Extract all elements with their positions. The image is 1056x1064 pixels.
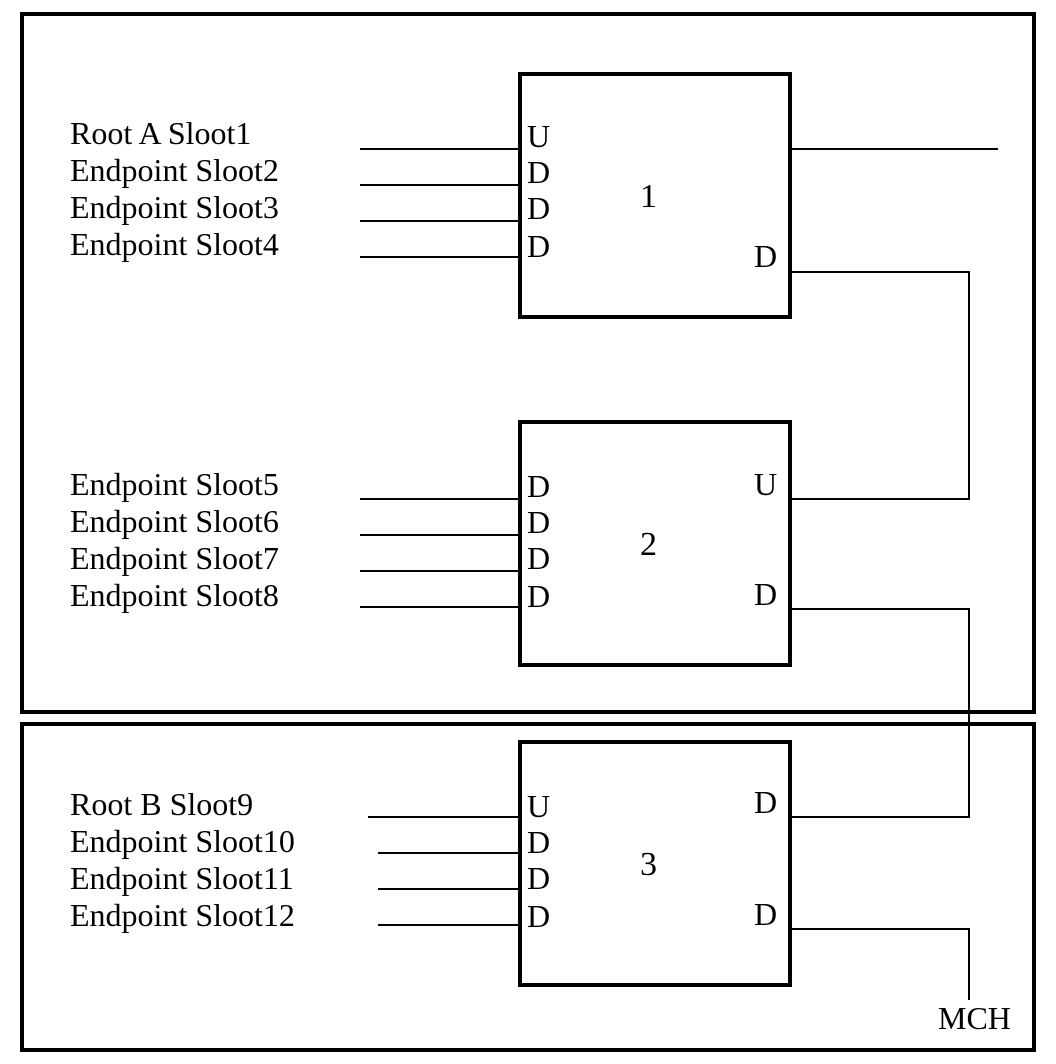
port-label: U (527, 788, 550, 825)
connector-line (968, 608, 970, 818)
port-label: U (527, 118, 550, 155)
port-label: D (527, 540, 550, 577)
slot-label: Endpoint Sloot4 (70, 226, 279, 263)
port-label: D (527, 228, 550, 265)
connector-line (360, 148, 518, 150)
port-label: U (754, 466, 777, 503)
connector-line (968, 271, 970, 499)
slot-label: Endpoint Sloot12 (70, 897, 295, 934)
port-label: D (527, 860, 550, 897)
slot-label: Endpoint Sloot6 (70, 503, 279, 540)
port-label: D (754, 238, 777, 275)
port-label: D (754, 896, 777, 933)
block-2-number: 2 (640, 526, 657, 564)
connector-line (792, 816, 970, 818)
connector-line (360, 570, 518, 572)
mch-label: MCH (938, 1000, 1011, 1037)
diagram-container: 1 Root A Sloot1 U Endpoint Sloot2 D Endp… (0, 0, 1056, 1064)
port-label: D (527, 190, 550, 227)
connector-line (378, 888, 518, 890)
slot-label: Endpoint Sloot5 (70, 466, 279, 503)
slot-label: Endpoint Sloot10 (70, 823, 295, 860)
connector-line (792, 148, 998, 150)
connector-line (368, 816, 518, 818)
connector-line (378, 924, 518, 926)
slot-label: Endpoint Sloot3 (70, 189, 279, 226)
connector-line (360, 256, 518, 258)
connector-line (792, 608, 970, 610)
port-label: D (527, 824, 550, 861)
slot-label: Endpoint Sloot11 (70, 860, 294, 897)
connector-line (792, 928, 970, 930)
slot-label: Endpoint Sloot2 (70, 152, 279, 189)
connector-line (360, 220, 518, 222)
port-label: D (527, 154, 550, 191)
connector-line (360, 534, 518, 536)
connector-line (968, 928, 970, 1000)
connector-line (360, 606, 518, 608)
connector-line (792, 271, 970, 273)
port-label: D (527, 898, 550, 935)
port-label: D (754, 784, 777, 821)
port-label: D (754, 576, 777, 613)
block-1-number: 1 (640, 178, 657, 216)
connector-line (360, 498, 518, 500)
connector-line (360, 184, 518, 186)
block-3-number: 3 (640, 846, 657, 884)
connector-line (378, 852, 518, 854)
slot-label: Root A Sloot1 (70, 115, 251, 152)
slot-label: Endpoint Sloot7 (70, 540, 279, 577)
port-label: D (527, 468, 550, 505)
slot-label: Endpoint Sloot8 (70, 577, 279, 614)
port-label: D (527, 578, 550, 615)
port-label: D (527, 504, 550, 541)
connector-line (792, 498, 970, 500)
slot-label: Root B Sloot9 (70, 786, 253, 823)
